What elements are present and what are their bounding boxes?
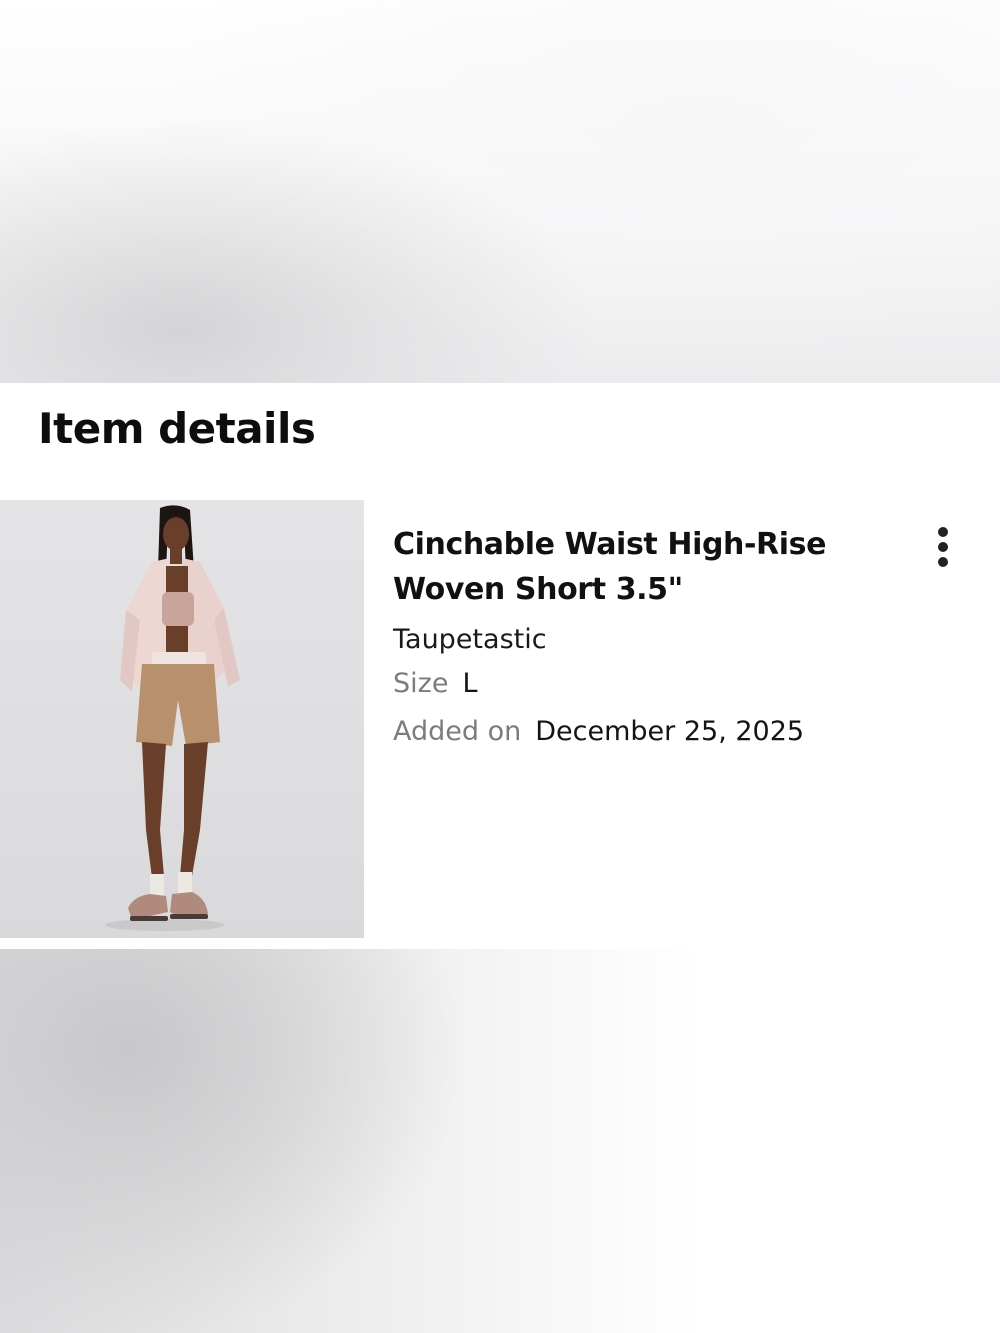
model-photo-illustration [105, 505, 240, 931]
added-on-value: December 25, 2025 [535, 716, 805, 747]
blurred-background-bottom [0, 949, 1000, 1333]
product-color: Taupetastic [393, 624, 547, 655]
item-info: Cinchable Waist High-Rise Woven Short 3.… [393, 522, 913, 756]
more-vertical-icon [938, 542, 948, 552]
more-vertical-icon [938, 527, 948, 537]
added-on-label: Added on [393, 716, 522, 747]
size-label: Size [393, 668, 449, 699]
size-row: Size L [393, 660, 913, 708]
blurred-background-top [0, 0, 1000, 383]
product-image[interactable] [0, 500, 364, 938]
more-options-button[interactable] [924, 522, 962, 572]
size-value: L [462, 668, 478, 699]
more-vertical-icon [938, 557, 948, 567]
added-on-row: Added on December 25, 2025 [393, 708, 913, 756]
product-name[interactable]: Cinchable Waist High-Rise Woven Short 3.… [393, 522, 913, 612]
page-title: Item details [38, 404, 316, 453]
